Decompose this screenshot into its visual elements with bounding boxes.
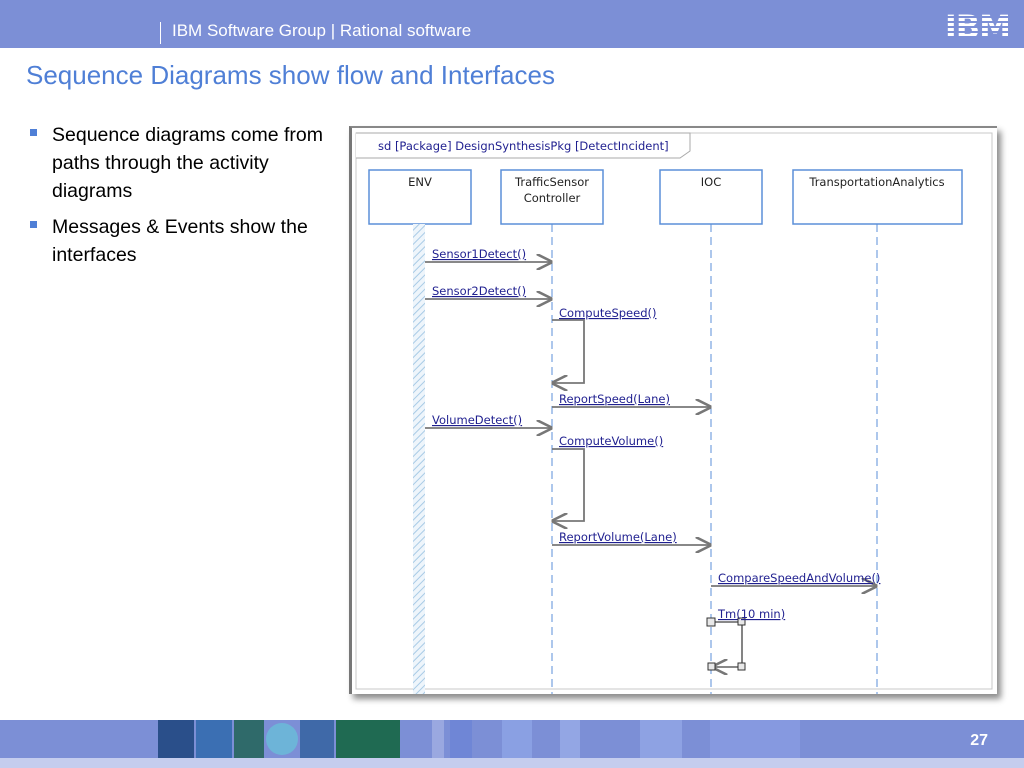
slide-title: Sequence Diagrams show flow and Interfac… (26, 60, 555, 90)
header-separator (160, 22, 161, 44)
bullet-text: Messages & Events show the interfaces (52, 216, 308, 266)
message-label: Tm(10 min) (717, 607, 785, 621)
timer-handle (707, 662, 716, 671)
timer-handle (737, 662, 746, 671)
message-label: CompareSpeedAndVolume() (718, 571, 880, 585)
lifeline-name: Controller (524, 191, 581, 205)
bullet-text: Sequence diagrams come from paths throug… (52, 124, 323, 202)
ibm-logo: IBM (944, 8, 1011, 46)
message-label: VolumeDetect() (432, 413, 522, 427)
header-text: IBM Software Group | Rational software (172, 21, 472, 40)
lifeline-env: ENV (368, 169, 472, 225)
message-arrow (552, 448, 585, 521)
lifeline-name: TransportationAnalytics (808, 175, 944, 189)
message-label: ReportVolume(Lane) (559, 530, 677, 544)
timer-arrow (711, 621, 743, 667)
header-band: IBM Software Group | Rational software I… (0, 0, 1024, 48)
page-number: 27 (970, 732, 988, 749)
bullet-square-icon (30, 221, 37, 228)
message-label: ComputeVolume() (559, 434, 663, 448)
message-label: Sensor2Detect() (432, 284, 526, 298)
bullet-item: Sequence diagrams come from paths throug… (30, 121, 330, 205)
lifeline-ioc: IOC (659, 169, 763, 225)
lifeline-transportation-analytics: TransportationAnalytics (792, 169, 963, 225)
sequence-diagram-canvas: sd [Package] DesignSynthesisPkg [DetectI… (355, 132, 993, 694)
footer-band-light (0, 758, 1024, 768)
sequence-diagram: sd [Package] DesignSynthesisPkg [DetectI… (349, 126, 997, 694)
message-arrows (425, 262, 876, 667)
lifeline-traffic-sensor-controller: TrafficSensor Controller (500, 169, 604, 225)
lifeline-name: ENV (408, 175, 432, 189)
lifeline-name: TrafficSensor (514, 175, 589, 189)
message-label: ComputeSpeed() (559, 306, 656, 320)
lifeline-name: IOC (701, 175, 721, 189)
message-label: Sensor1Detect() (432, 247, 526, 261)
timer-handles (706, 617, 746, 671)
timer-handle (706, 617, 716, 627)
bullet-square-icon (30, 129, 37, 136)
bullet-item: Messages & Events show the interfaces (30, 213, 330, 269)
message-label: ReportSpeed(Lane) (559, 392, 670, 406)
env-activation-bar (413, 224, 425, 694)
message-arrow (552, 319, 585, 383)
frame-label: sd [Package] DesignSynthesisPkg [DetectI… (378, 139, 669, 153)
